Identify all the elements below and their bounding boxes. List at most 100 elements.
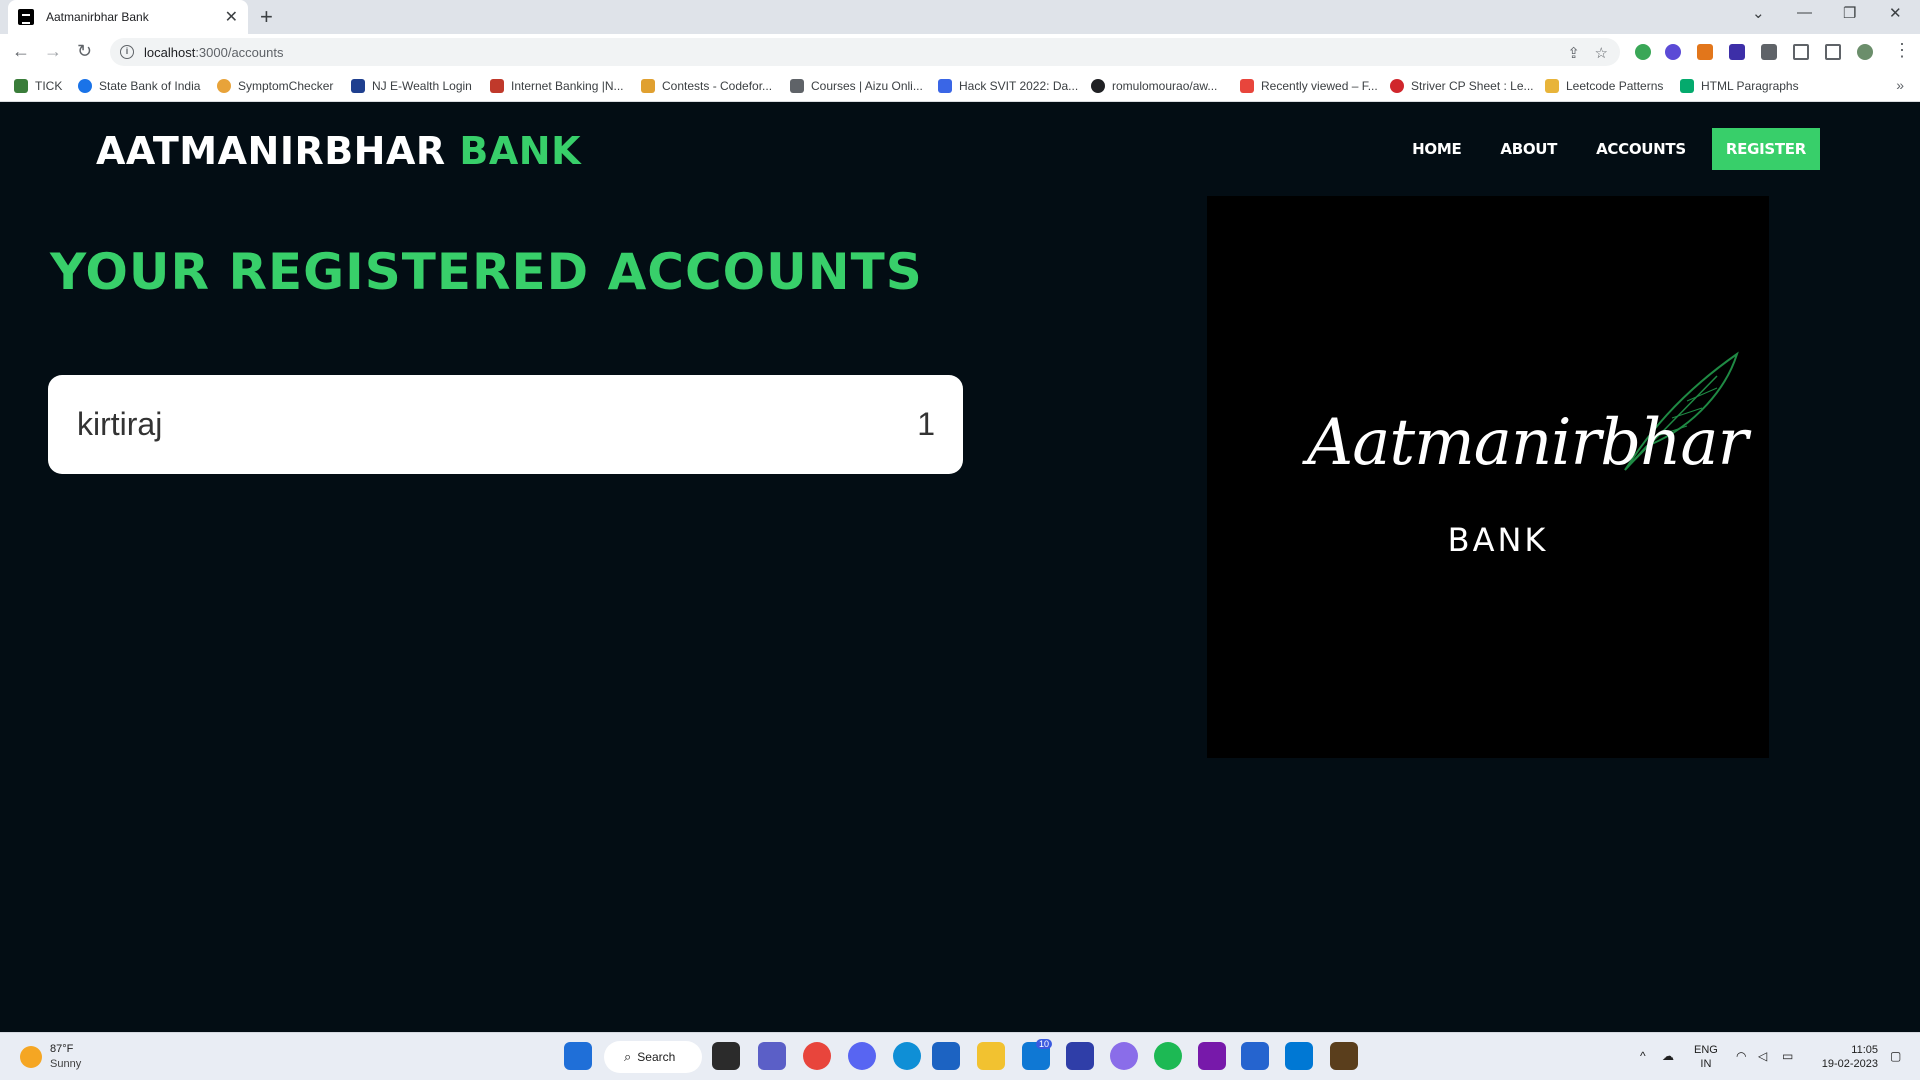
bookmark-label: NJ E-Wealth Login — [372, 79, 472, 93]
browser-menu-icon[interactable]: ⋮ — [1893, 40, 1911, 61]
profile-avatar-icon[interactable] — [1857, 44, 1873, 60]
battery-icon[interactable]: ▭ — [1782, 1049, 1793, 1063]
cloud-icon[interactable]: ☁ — [1662, 1049, 1674, 1063]
bookmark-item[interactable]: Internet Banking |N... — [490, 70, 624, 102]
vscode-icon[interactable] — [1285, 1042, 1313, 1070]
extension-badge-icon[interactable] — [1729, 44, 1745, 60]
back-icon[interactable]: ← — [12, 41, 30, 62]
bookmark-label: TICK — [35, 79, 63, 93]
bookmark-label: Hack SVIT 2022: Da... — [959, 79, 1079, 93]
tray-chevron-icon[interactable]: ^ — [1640, 1049, 1646, 1063]
bookmark-item[interactable]: State Bank of India — [78, 70, 200, 102]
bookmark-item[interactable]: Striver CP Sheet : Le... — [1390, 70, 1534, 102]
bookmarks-bar: TICK State Bank of India SymptomChecker … — [0, 70, 1920, 102]
tab-search-chevron-icon[interactable]: ⌄ — [1752, 4, 1765, 22]
store-icon[interactable] — [932, 1042, 960, 1070]
clock-time: 11:05 — [1851, 1044, 1878, 1056]
task-view-icon[interactable] — [712, 1042, 740, 1070]
sun-weather-icon[interactable] — [20, 1046, 42, 1068]
bookmark-favicon-icon — [490, 79, 504, 93]
bookmark-label: Striver CP Sheet : Le... — [1411, 79, 1534, 93]
bookmark-item[interactable]: NJ E-Wealth Login — [351, 70, 472, 102]
search-icon: ⌕ — [624, 1049, 632, 1064]
bookmark-label: Contests - Codefor... — [662, 79, 773, 93]
nav-about[interactable]: ABOUT — [1500, 140, 1557, 158]
bookmark-label: romulomourao/aw... — [1112, 79, 1218, 93]
extension-green-icon[interactable] — [1635, 44, 1651, 60]
bookmark-favicon-icon — [1680, 79, 1694, 93]
account-card[interactable]: kirtiraj 1 — [48, 375, 963, 474]
reload-icon[interactable]: ↻ — [77, 41, 92, 62]
bookmark-favicon-icon — [1545, 79, 1559, 93]
onenote-icon[interactable] — [1198, 1042, 1226, 1070]
bookmark-label: HTML Paragraphs — [1701, 79, 1799, 93]
system-clock[interactable]: 11:05 19-02-2023 — [1814, 1043, 1878, 1071]
taskbar-search[interactable]: ⌕ Search — [604, 1041, 702, 1073]
weather-temperature[interactable]: 87°F — [50, 1043, 73, 1055]
browser-tab[interactable]: Aatmanirbhar Bank ✕ — [8, 0, 248, 34]
tab-bar: Aatmanirbhar Bank ✕ + ⌄ — ❐ ✕ — [0, 0, 1920, 34]
chrome-icon[interactable] — [803, 1042, 831, 1070]
search-label: Search — [637, 1050, 676, 1064]
close-window-icon[interactable]: ✕ — [1889, 4, 1902, 22]
bookmark-favicon-icon — [938, 79, 952, 93]
minimize-icon[interactable]: — — [1797, 4, 1812, 21]
bookmark-item[interactable]: HTML Paragraphs — [1680, 70, 1799, 102]
reading-list-icon[interactable] — [1793, 44, 1809, 60]
web-page: AATMANIRBHAR BANK HOME ABOUT ACCOUNTS RE… — [0, 103, 1920, 1032]
spotify-icon[interactable] — [1154, 1042, 1182, 1070]
restore-icon[interactable]: ❐ — [1843, 4, 1856, 22]
account-name: kirtiraj — [77, 406, 163, 442]
brand-accent-text: BANK — [459, 129, 582, 173]
extensions-puzzle-icon[interactable] — [1761, 44, 1777, 60]
start-windows-icon[interactable] — [564, 1042, 592, 1070]
forward-icon[interactable]: → — [44, 41, 62, 62]
bookmark-star-icon[interactable]: ☆ — [1595, 44, 1608, 62]
figma-icon — [1240, 79, 1254, 93]
bookmark-item[interactable]: Recently viewed – F... — [1240, 70, 1378, 102]
volume-icon[interactable]: ◁ — [1758, 1049, 1767, 1063]
app-box-icon[interactable] — [1330, 1042, 1358, 1070]
address-bar[interactable]: i localhost:3000/accounts ⇪ ☆ — [110, 38, 1620, 66]
bookmark-favicon-icon — [641, 79, 655, 93]
bookmark-item[interactable]: Courses | Aizu Onli... — [790, 70, 923, 102]
new-tab-icon[interactable]: + — [260, 4, 273, 30]
notification-icon[interactable]: ▢ — [1890, 1049, 1901, 1063]
page-title: YOUR REGISTERED ACCOUNTS — [50, 243, 923, 301]
bookmark-item[interactable]: Leetcode Patterns — [1545, 70, 1663, 102]
close-tab-icon[interactable]: ✕ — [225, 7, 238, 27]
bookmark-item[interactable]: SymptomChecker — [217, 70, 333, 102]
url-text[interactable]: localhost:3000/accounts — [144, 45, 284, 60]
bookmark-item[interactable]: Hack SVIT 2022: Da... — [938, 70, 1078, 102]
copilot-icon[interactable] — [1110, 1042, 1138, 1070]
brand-logo[interactable]: AATMANIRBHAR BANK — [96, 129, 581, 173]
edge-icon[interactable] — [893, 1042, 921, 1070]
bookmark-label: Courses | Aizu Onli... — [811, 79, 923, 93]
side-panel-icon[interactable] — [1825, 44, 1841, 60]
mail-badge: 10 — [1036, 1039, 1053, 1049]
language-indicator[interactable]: ENG IN — [1694, 1043, 1718, 1071]
bookmark-item[interactable]: Contests - Codefor... — [641, 70, 772, 102]
discord-icon[interactable] — [848, 1042, 876, 1070]
register-button[interactable]: REGISTER — [1711, 128, 1820, 170]
brand-main-text: AATMANIRBHAR — [96, 129, 446, 173]
site-info-icon[interactable]: i — [120, 45, 134, 59]
nav-home[interactable]: HOME — [1412, 140, 1462, 158]
wifi-icon[interactable]: ◠ — [1736, 1049, 1746, 1063]
teams-icon[interactable] — [758, 1042, 786, 1070]
nav-accounts[interactable]: ACCOUNTS — [1596, 140, 1686, 158]
language-code: ENG — [1694, 1044, 1718, 1056]
app-icon[interactable] — [1066, 1042, 1094, 1070]
bookmark-favicon-icon — [351, 79, 365, 93]
weather-description[interactable]: Sunny — [50, 1058, 81, 1070]
bookmark-label: State Bank of India — [99, 79, 201, 93]
more-bookmarks-icon[interactable]: » — [1896, 77, 1904, 93]
main-nav: HOME ABOUT ACCOUNTS REGISTER — [1373, 128, 1820, 170]
metamask-icon[interactable] — [1697, 44, 1713, 60]
todo-icon[interactable] — [1241, 1042, 1269, 1070]
extension-circle-icon[interactable] — [1665, 44, 1681, 60]
file-explorer-icon[interactable] — [977, 1042, 1005, 1070]
bookmark-item[interactable]: romulomourao/aw... — [1091, 70, 1217, 102]
bookmark-item[interactable]: TICK — [14, 70, 62, 102]
share-icon[interactable]: ⇪ — [1567, 44, 1580, 62]
